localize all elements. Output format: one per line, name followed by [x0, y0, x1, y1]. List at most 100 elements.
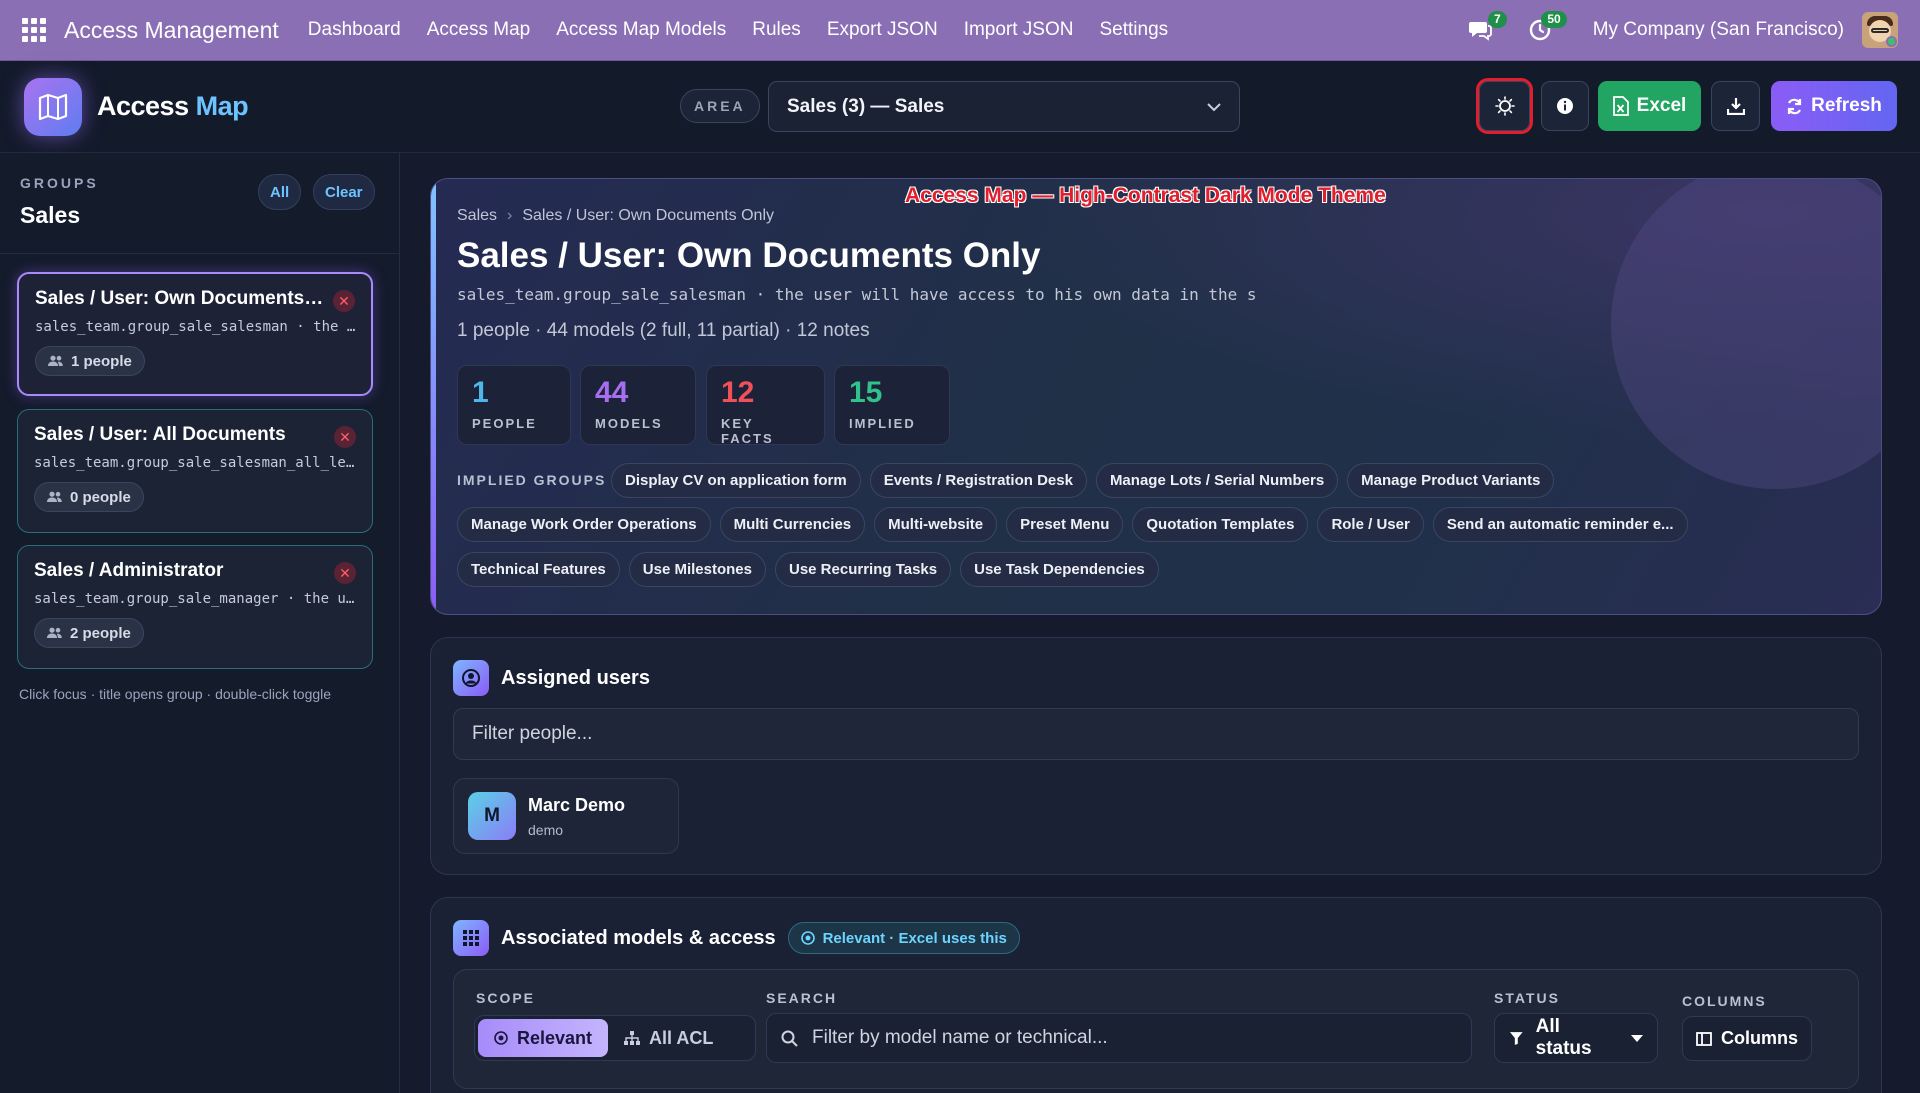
implied-group-tag[interactable]: Technical Features: [457, 552, 620, 587]
menu-access-map[interactable]: Access Map: [414, 19, 543, 41]
implied-group-tag[interactable]: Use Task Dependencies: [960, 552, 1159, 587]
menu-access-map-models[interactable]: Access Map Models: [543, 19, 739, 41]
page-title: Access Map: [97, 91, 249, 122]
group-summary: 1 people · 44 models (2 full, 11 partial…: [457, 320, 870, 341]
group-card-technical: sales_team.group_sale_salesman · the use…: [35, 319, 360, 335]
implied-group-tag[interactable]: Use Milestones: [628, 552, 766, 587]
user-avatar[interactable]: [1862, 12, 1898, 48]
search-icon: [781, 1030, 798, 1047]
search-label: SEARCH: [766, 990, 838, 1006]
breadcrumb-root[interactable]: Sales: [457, 207, 497, 225]
implied-groups-row: Technical Features Use Milestones Use Re…: [457, 552, 1159, 587]
group-card[interactable]: Sales / Administrator sales_team.group_s…: [17, 545, 373, 669]
implied-group-tag[interactable]: Manage Product Variants: [1347, 463, 1555, 498]
group-card-title[interactable]: Sales / Administrator: [34, 560, 324, 582]
group-card[interactable]: Sales / User: Own Documents Only sales_t…: [17, 272, 373, 396]
refresh-button[interactable]: Refresh: [1771, 81, 1897, 131]
relevant-badge-label: Relevant · Excel uses this: [822, 929, 1007, 947]
chevron-down-icon: [1207, 96, 1221, 118]
panel-header: Assigned users: [453, 660, 650, 696]
excel-export-button[interactable]: Excel: [1598, 81, 1701, 131]
group-card-title[interactable]: Sales / User: All Documents: [34, 424, 324, 446]
relevant-badge: Relevant · Excel uses this: [787, 922, 1020, 954]
kpi-value: 12: [721, 376, 755, 409]
target-icon: [800, 931, 815, 945]
kpi-models: 44 MODELS: [580, 365, 696, 445]
filter-people-input[interactable]: [453, 708, 1859, 760]
activity-clock-icon[interactable]: 50: [1523, 11, 1567, 47]
implied-group-tag[interactable]: Send an automatic reminder e...: [1432, 507, 1688, 542]
implied-group-tag[interactable]: Preset Menu: [1006, 507, 1124, 542]
implied-groups-row: Display CV on application form Events / …: [611, 463, 1555, 498]
group-title: Sales / User: Own Documents Only: [457, 236, 1041, 275]
sun-icon: [1494, 96, 1515, 116]
model-search-input[interactable]: Filter by model name or technical...: [766, 1013, 1472, 1063]
implied-group-tag[interactable]: Manage Lots / Serial Numbers: [1095, 463, 1339, 498]
user-login: demo: [528, 821, 564, 838]
models-toolbar: SCOPE SEARCH STATUS COLUMNS Relevant All…: [453, 969, 1859, 1089]
scope-relevant-label: Relevant: [517, 1027, 593, 1048]
scope-label: SCOPE: [476, 990, 536, 1006]
kpi-people: 1 PEOPLE: [457, 365, 571, 445]
filter-icon: [1509, 1031, 1523, 1045]
group-card-title[interactable]: Sales / User: Own Documents Only: [35, 288, 325, 310]
download-button[interactable]: [1711, 81, 1760, 131]
apps-grid-icon[interactable]: [22, 18, 46, 42]
kpi-value: 15: [849, 376, 883, 409]
implied-group-tag[interactable]: Role / User: [1317, 507, 1424, 542]
group-people-count: 2 people: [70, 624, 131, 642]
columns-button[interactable]: Columns: [1682, 1016, 1812, 1061]
sidebar-divider: [0, 253, 400, 254]
scope-all-acl-button[interactable]: All ACL: [608, 1019, 729, 1057]
theme-toggle-button[interactable]: [1476, 78, 1533, 134]
kpi-implied: 15 IMPLIED: [834, 365, 950, 445]
menu-export-json[interactable]: Export JSON: [814, 19, 951, 41]
company-switcher[interactable]: My Company (San Francisco): [1593, 19, 1844, 41]
implied-group-tag[interactable]: Multi-website: [874, 507, 998, 542]
messages-icon[interactable]: 7: [1463, 11, 1507, 47]
group-card-people: 2 people: [34, 618, 144, 648]
remove-group-icon[interactable]: ✕: [334, 562, 356, 584]
refresh-label: Refresh: [1811, 95, 1882, 116]
info-button[interactable]: [1541, 81, 1589, 131]
group-card[interactable]: Sales / User: All Documents sales_team.g…: [17, 409, 373, 533]
columns-icon: [1696, 1031, 1712, 1046]
status-select-value: All status: [1535, 1016, 1592, 1059]
implied-group-tag[interactable]: Quotation Templates: [1132, 507, 1309, 542]
implied-group-tag[interactable]: Multi Currencies: [719, 507, 866, 542]
user-circle-icon: [453, 660, 489, 696]
implied-groups-row: Manage Work Order Operations Multi Curre…: [457, 507, 1688, 542]
menu-import-json[interactable]: Import JSON: [951, 19, 1087, 41]
area-select[interactable]: Sales (3) — Sales: [768, 81, 1240, 132]
menu-settings[interactable]: Settings: [1087, 19, 1182, 41]
panel-title: Assigned users: [501, 666, 650, 689]
decorative-circle: [1611, 179, 1881, 489]
title-word-1: Access: [97, 91, 189, 121]
implied-group-tag[interactable]: Use Recurring Tasks: [775, 552, 952, 587]
kpi-label: IMPLIED: [849, 416, 916, 431]
hero-accent-bar: [431, 179, 436, 614]
remove-group-icon[interactable]: ✕: [333, 290, 355, 312]
implied-group-tag[interactable]: Display CV on application form: [611, 463, 861, 498]
app-brand[interactable]: Access Management: [64, 17, 279, 44]
user-card[interactable]: M Marc Demo demo: [453, 778, 679, 854]
area-label: AREA: [680, 89, 760, 123]
menu-rules[interactable]: Rules: [739, 19, 814, 41]
sidebar-hint: Click focus · title opens group · double…: [19, 686, 332, 702]
access-map-header: Access Map AREA Sales (3) — Sales Excel …: [0, 61, 1920, 153]
group-card-technical: sales_team.group_sale_salesman_all_leads: [34, 455, 359, 471]
users-icon: [47, 627, 62, 638]
groups-label: GROUPS: [20, 175, 99, 191]
scope-all-acl-label: All ACL: [649, 1027, 714, 1048]
remove-group-icon[interactable]: ✕: [334, 426, 356, 448]
panel-header: Associated models & access Relevant · Ex…: [453, 920, 1020, 956]
status-select[interactable]: All status: [1494, 1013, 1658, 1063]
menu-dashboard[interactable]: Dashboard: [295, 19, 414, 41]
select-all-button[interactable]: All: [258, 174, 302, 210]
implied-group-tag[interactable]: Manage Work Order Operations: [457, 507, 711, 542]
caret-down-icon: [1631, 1027, 1643, 1049]
implied-group-tag[interactable]: Events / Registration Desk: [869, 463, 1087, 498]
refresh-icon: [1788, 98, 1802, 114]
scope-relevant-button[interactable]: Relevant: [478, 1019, 609, 1057]
clear-button[interactable]: Clear: [313, 174, 375, 210]
